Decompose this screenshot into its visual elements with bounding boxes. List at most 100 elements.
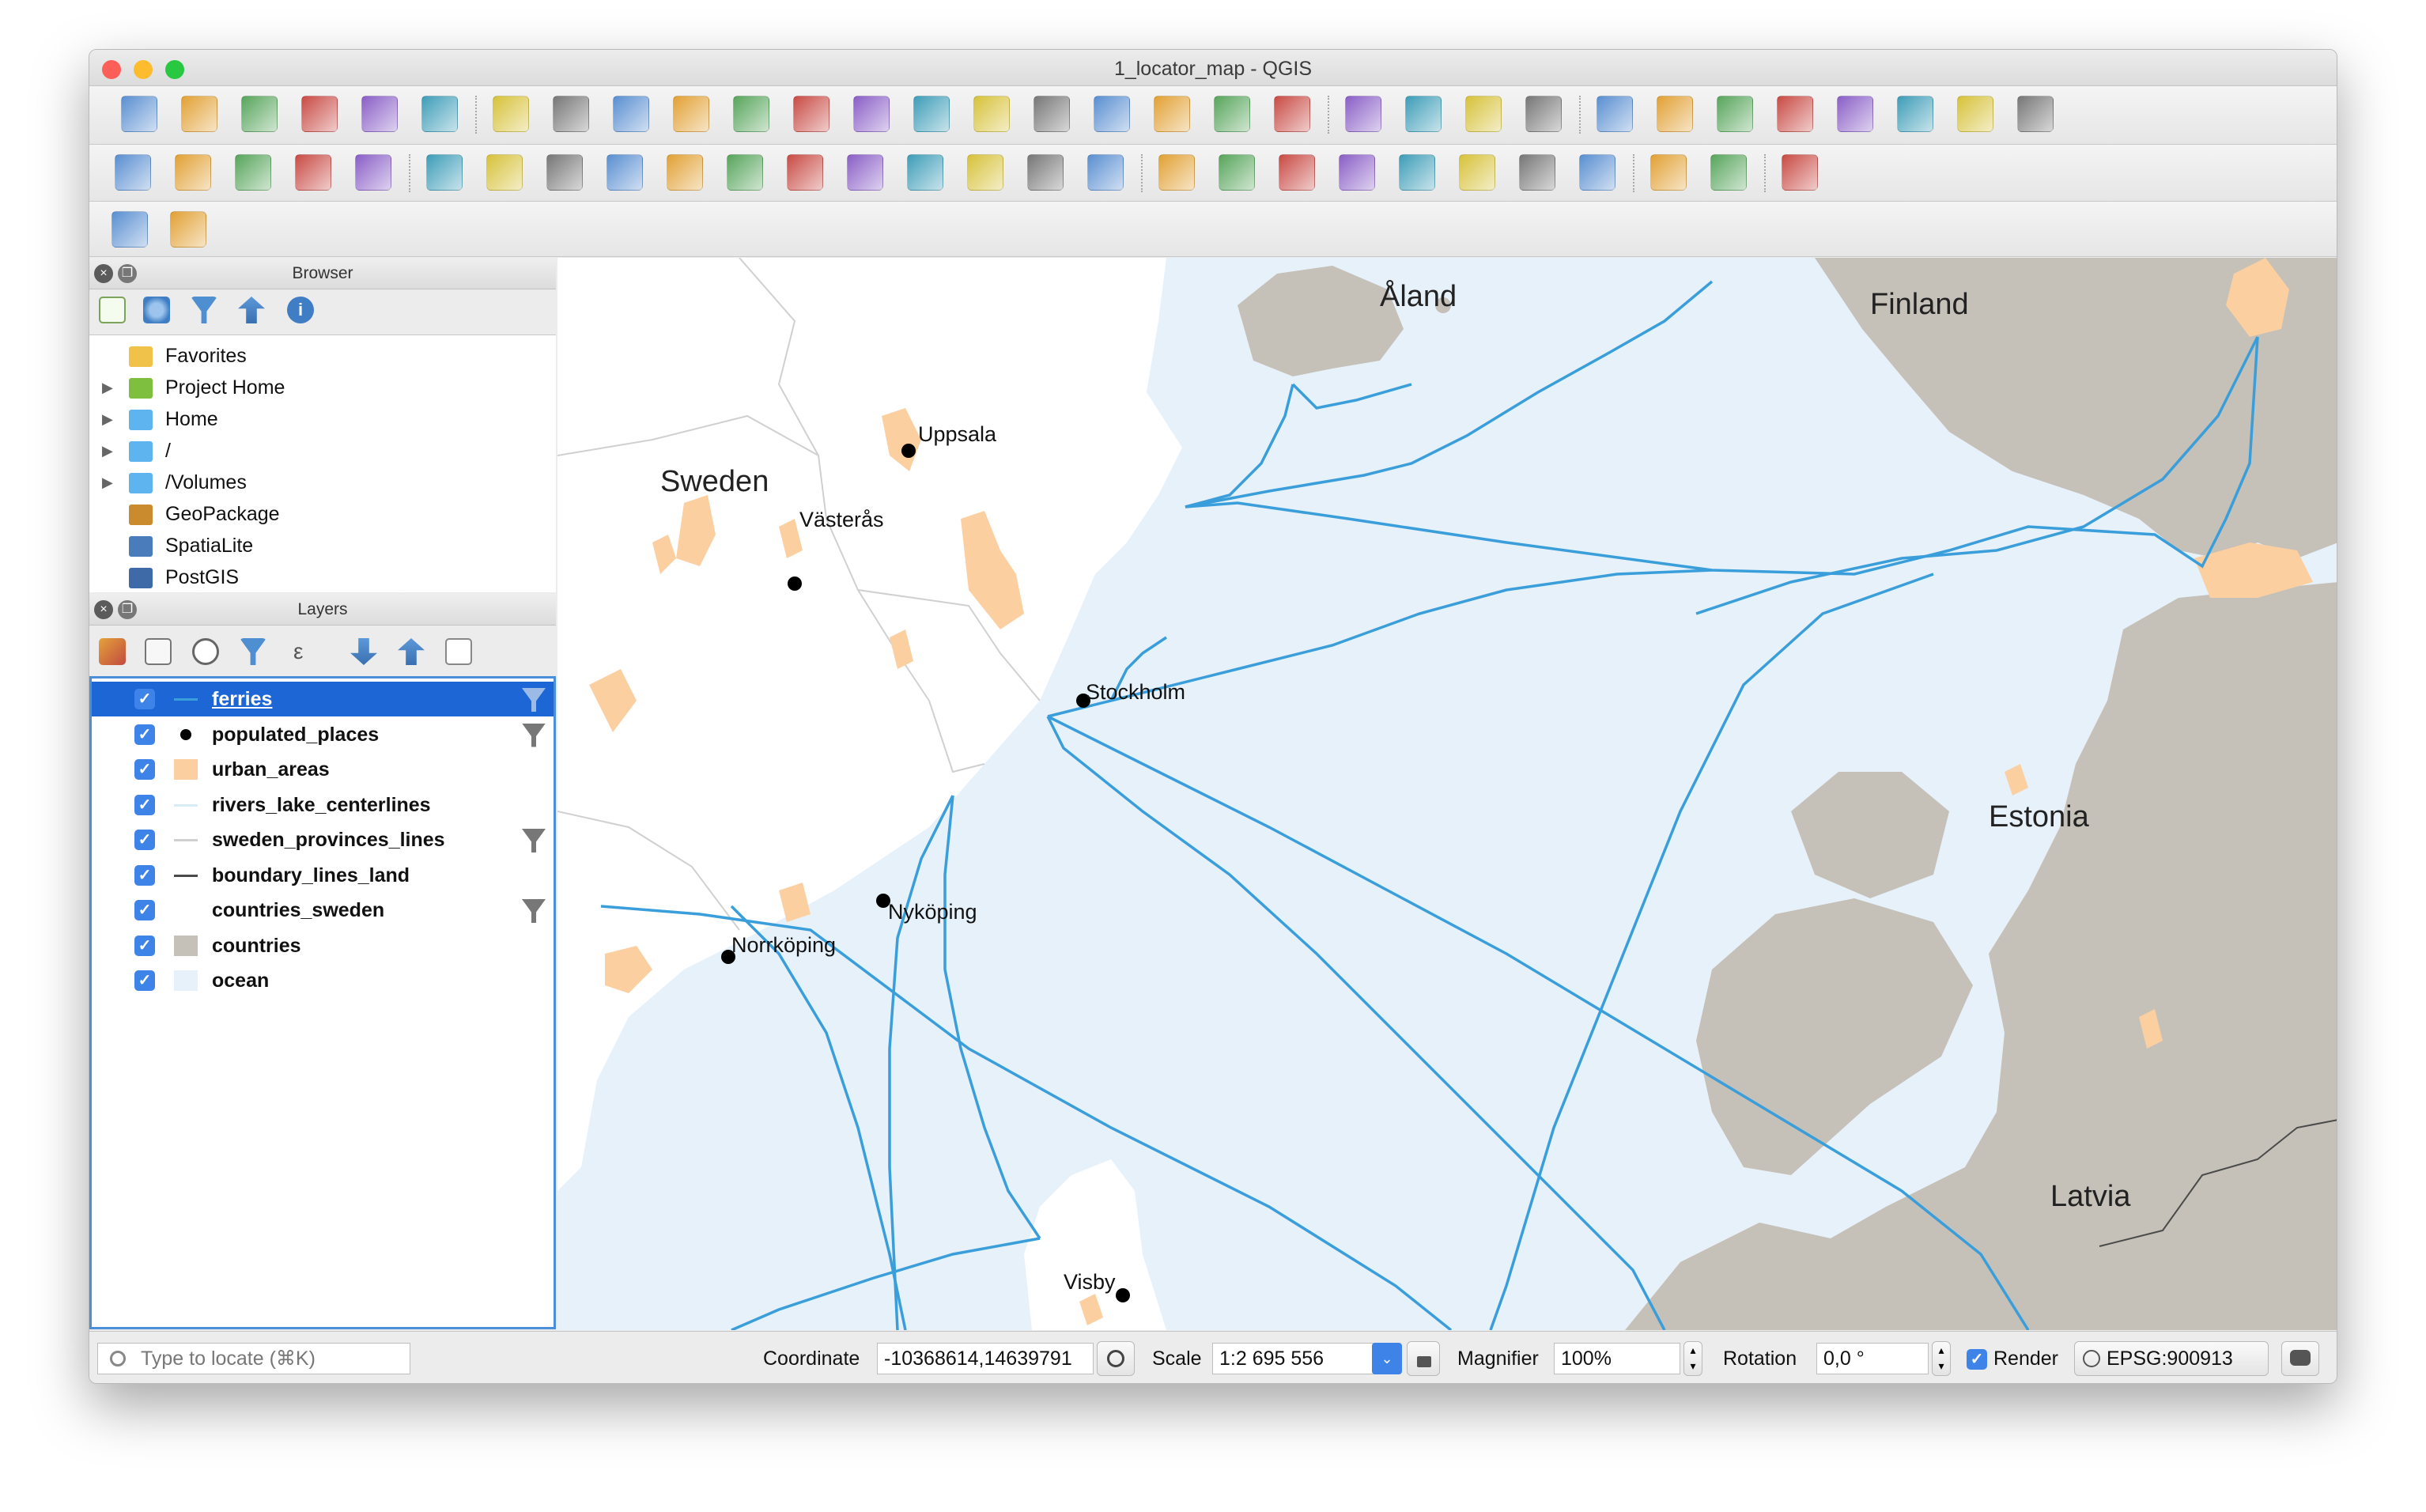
layer-item-rivers_lake_centerlines[interactable]: ✓ rivers_lake_centerlines	[92, 788, 554, 822]
scale-dropdown-icon[interactable]: ⌄	[1372, 1343, 1402, 1374]
change-label-icon[interactable]	[1579, 154, 1615, 191]
measure-icon[interactable]	[1897, 96, 1933, 132]
layer-item-sweden_provinces_lines[interactable]: ✓ sweden_provinces_lines	[92, 822, 554, 857]
deselect-icon[interactable]	[1597, 96, 1633, 132]
close-panel-icon[interactable]: ×	[94, 600, 113, 619]
layer-visibility-checkbox[interactable]: ✓	[134, 724, 155, 745]
statistics-icon[interactable]	[1837, 96, 1873, 132]
python-console-icon[interactable]	[1710, 154, 1747, 191]
copy-features-icon[interactable]	[907, 154, 943, 191]
digitize-vertex-icon[interactable]	[235, 154, 271, 191]
magnifier-field[interactable]: 100%	[1554, 1343, 1680, 1374]
digitize-line-icon[interactable]	[295, 154, 331, 191]
layer-visibility-checkbox[interactable]: ✓	[134, 830, 155, 850]
rotation-field[interactable]: 0,0 °	[1816, 1343, 1929, 1374]
browser-item[interactable]: Favorites	[89, 340, 556, 372]
add-selected-layers-icon[interactable]	[99, 297, 126, 323]
layer-visibility-checkbox[interactable]: ✓	[134, 864, 155, 886]
save-layer-edits-icon[interactable]	[546, 154, 583, 191]
zoom-to-layer-icon[interactable]	[913, 96, 950, 132]
browser-item[interactable]: ▶ Project Home	[89, 372, 556, 403]
browser-item[interactable]: SpatiaLite	[89, 530, 556, 561]
show-bookmarks-icon[interactable]	[1154, 96, 1190, 132]
layer-visibility-checkbox[interactable]: ✓	[134, 935, 155, 956]
zoom-full-icon[interactable]	[793, 96, 829, 132]
georeferencer-icon[interactable]	[111, 211, 148, 248]
layer-item-urban_areas[interactable]: ✓ urban_areas	[92, 752, 554, 787]
pin-labels-icon[interactable]	[1279, 154, 1315, 191]
layer-item-populated_places[interactable]: ✓ populated_places	[92, 717, 554, 752]
refresh-icon[interactable]	[1274, 96, 1310, 132]
close-panel-icon[interactable]: ×	[94, 264, 113, 283]
map-svg[interactable]	[557, 258, 2337, 1330]
layer-item-boundary_lines_land[interactable]: ✓ boundary_lines_land	[92, 858, 554, 893]
zoom-native-icon[interactable]	[733, 96, 769, 132]
zoom-to-selection-icon[interactable]	[853, 96, 890, 132]
save-as-icon[interactable]	[301, 96, 338, 132]
filter-icon[interactable]	[522, 723, 546, 747]
toggle-editing-icon[interactable]	[426, 154, 463, 191]
filter-icon[interactable]	[522, 688, 546, 712]
open-attribute-table-icon[interactable]	[1657, 96, 1693, 132]
float-panel-icon[interactable]: ❐	[118, 264, 137, 283]
expression-filter-icon[interactable]: ε	[293, 638, 320, 665]
select-features-icon[interactable]	[1465, 96, 1502, 132]
expand-arrow-icon[interactable]: ▶	[102, 403, 113, 435]
layer-visibility-checkbox[interactable]: ✓	[134, 794, 155, 815]
layer-item-ferries[interactable]: ✓ ferries	[92, 682, 554, 716]
delete-selected-icon[interactable]	[787, 154, 823, 191]
move-feature-icon[interactable]	[667, 154, 703, 191]
redo-icon[interactable]	[1087, 154, 1124, 191]
crs-button[interactable]: EPSG:900913	[2074, 1341, 2269, 1376]
spatial-bookmarks-icon[interactable]	[1214, 96, 1250, 132]
add-group-icon[interactable]	[145, 638, 172, 665]
toolbox-icon[interactable]	[1777, 96, 1813, 132]
collapse-all-icon[interactable]	[238, 297, 265, 323]
run-action-icon[interactable]	[1405, 96, 1442, 132]
filter-icon[interactable]	[191, 297, 217, 323]
browser-item[interactable]: ▶ /	[89, 435, 556, 467]
data-source-manager-icon[interactable]	[115, 154, 151, 191]
map-canvas[interactable]: Åland Finland Sweden Estonia Latvia Upps…	[557, 258, 2337, 1330]
remove-layer-icon[interactable]	[445, 638, 472, 665]
lock-scale-button[interactable]	[1407, 1341, 1440, 1376]
new-print-layout-icon[interactable]	[361, 96, 398, 132]
filter-icon[interactable]	[522, 899, 546, 923]
coordinate-field[interactable]: -10368614,14639791	[877, 1343, 1094, 1374]
field-calculator-icon[interactable]	[1717, 96, 1753, 132]
rotate-tool-icon[interactable]	[170, 211, 206, 248]
messages-button[interactable]	[2281, 1341, 2319, 1376]
locator-search-input[interactable]: Type to locate (⌘K)	[97, 1343, 410, 1374]
layer-item-ocean[interactable]: ✓ ocean	[92, 963, 554, 998]
open-project-icon[interactable]	[181, 96, 217, 132]
show-hide-labels-icon[interactable]	[1339, 154, 1375, 191]
filter-icon[interactable]	[522, 829, 546, 852]
help-icon[interactable]	[1782, 154, 1818, 191]
render-checkbox[interactable]: ✓	[1967, 1349, 1987, 1370]
label-tool-icon[interactable]	[1158, 154, 1195, 191]
pencil-edit-icon[interactable]	[486, 154, 523, 191]
refresh-icon[interactable]	[143, 297, 170, 323]
zoom-last-icon[interactable]	[973, 96, 1010, 132]
paste-features-icon[interactable]	[967, 154, 1003, 191]
rotate-label-icon[interactable]	[1519, 154, 1555, 191]
attribute-table-toggle-icon[interactable]	[1525, 96, 1562, 132]
expand-arrow-icon[interactable]: ▶	[102, 435, 113, 467]
browser-item[interactable]: ▶ /Volumes	[89, 467, 556, 498]
collapse-all-icon[interactable]	[398, 638, 425, 665]
info-icon[interactable]: i	[287, 297, 314, 323]
pan-to-selection-icon[interactable]	[553, 96, 589, 132]
browser-item[interactable]: ▶ Home	[89, 403, 556, 435]
quickmap-services-icon[interactable]	[1650, 154, 1687, 191]
vertex-tool-icon[interactable]	[606, 154, 643, 191]
float-panel-icon[interactable]: ❐	[118, 600, 137, 619]
new-bookmark-icon[interactable]	[1094, 96, 1130, 132]
expand-all-icon[interactable]	[350, 638, 377, 665]
style-panel-icon[interactable]	[99, 638, 126, 665]
highlight-pinned-icon[interactable]	[1399, 154, 1435, 191]
new-project-icon[interactable]	[121, 96, 157, 132]
save-project-icon[interactable]	[241, 96, 278, 132]
browser-item[interactable]: GeoPackage	[89, 498, 556, 530]
pan-icon[interactable]	[493, 96, 529, 132]
layer-visibility-checkbox[interactable]: ✓	[134, 689, 155, 709]
